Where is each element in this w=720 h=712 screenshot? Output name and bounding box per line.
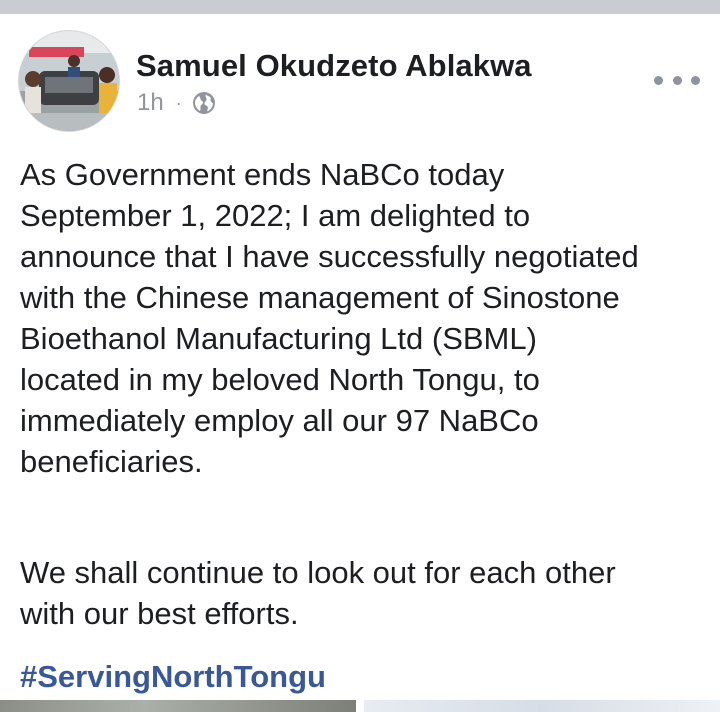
facebook-post: Samuel Okudzeto Ablakwa 1h · As Governme…	[0, 14, 720, 712]
avatar[interactable]	[18, 30, 120, 132]
hashtag-link[interactable]: #ServingNorthTongu	[20, 659, 326, 695]
post-timestamp[interactable]: 1h	[137, 89, 164, 117]
post-paragraph: We shall continue to look out for each o…	[20, 555, 616, 631]
meta-separator: ·	[175, 92, 182, 113]
more-dot-icon	[672, 75, 682, 85]
post-photo[interactable]	[0, 700, 356, 712]
more-options-button[interactable]	[654, 70, 700, 90]
avatar-photo	[19, 31, 119, 131]
post-photo-grid	[0, 700, 720, 712]
feed-separator-bar	[0, 0, 720, 14]
more-dot-icon	[691, 75, 700, 85]
post-body: As Government ends NaBCo today September…	[20, 154, 710, 482]
post-meta: 1h ·	[137, 88, 216, 118]
author-name[interactable]: Samuel Okudzeto Ablakwa	[136, 48, 532, 84]
more-dot-icon	[654, 75, 663, 85]
post-paragraph: As Government ends NaBCo today September…	[20, 157, 639, 479]
post-photo[interactable]	[364, 700, 720, 712]
globe-icon	[192, 91, 216, 115]
